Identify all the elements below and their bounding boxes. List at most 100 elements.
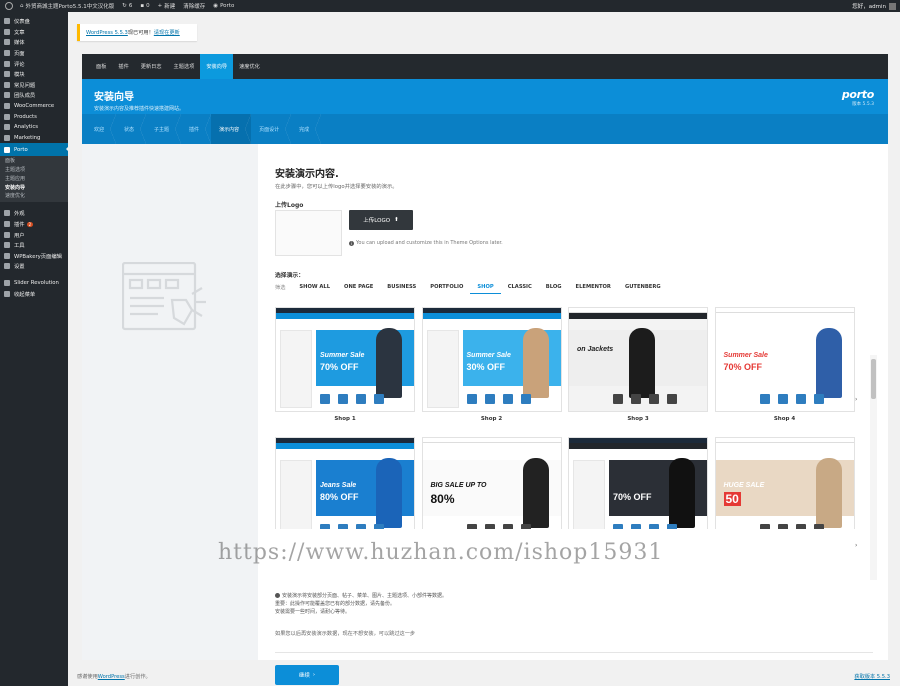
thumb-percent-text: 80% OFF <box>320 492 359 502</box>
thumb-model <box>522 328 549 398</box>
sidebar-item-label: 用户 <box>14 232 25 239</box>
filter-tab[interactable]: BUSINESS <box>380 284 423 294</box>
greeting[interactable]: 您好，admin <box>852 2 886 10</box>
skip-text: 如果您以后再安装演示数据，现在不想安装，可以跳过这一步 <box>275 631 416 637</box>
new-link[interactable]: + 新建 <box>154 2 180 10</box>
porto-link[interactable]: ◉ Porto <box>209 3 238 9</box>
demo-card[interactable]: HUGE SALE 50 <box>714 437 855 529</box>
filter-tab[interactable]: BLOG <box>539 284 569 294</box>
filter-tab[interactable]: PORTFOLIO <box>423 284 470 294</box>
info-icon <box>275 593 280 598</box>
sidebar-item[interactable]: 文章 <box>0 27 68 38</box>
wizard-step: 欢迎 <box>86 114 117 144</box>
filter-tab[interactable]: ONE PAGE <box>337 284 380 294</box>
demo-card[interactable]: on Jackets Shop 3 <box>568 307 708 422</box>
thumb-product <box>520 394 531 404</box>
wizard-tab[interactable]: 安装向导 <box>200 54 234 79</box>
updates-link[interactable]: ↻ 6 <box>118 3 136 9</box>
admin-sidebar: 仪表盘 文章 媒体 页面 评论 模块 常见问题 团队成员 WooCommerce Products… <box>0 12 69 686</box>
chevron-right-icon[interactable]: › <box>855 542 857 549</box>
sidebar-item[interactable]: WPBakery页面编辑 <box>0 250 68 261</box>
version-link[interactable]: 获取版本 5.5.3 <box>854 673 890 680</box>
submenu-item[interactable]: 速度优化 <box>0 192 68 201</box>
faq-icon <box>4 81 10 88</box>
sidebar-item-label: Products <box>14 113 37 120</box>
demo-thumbnail[interactable]: BIG SALE UP TO 80% <box>421 437 562 529</box>
thumb-product <box>320 524 330 529</box>
sidebar-item[interactable]: Slider Revolution <box>0 278 68 289</box>
home-icon-link[interactable]: ⌂ 外贸商城主题Porto5.5.1中文汉化版 <box>16 2 118 10</box>
sidebar-item-porto[interactable]: Porto <box>0 143 69 157</box>
demo-thumbnail[interactable]: Summer Sale 70% OFF <box>714 307 855 412</box>
wizard-tab[interactable]: 面板 <box>90 54 112 79</box>
upload-logo-button[interactable]: 上传LOGO ⬆ <box>349 210 413 230</box>
wizard-tab[interactable]: 更新日志 <box>135 54 168 79</box>
sidebar-item[interactable]: 收起菜单 <box>0 288 68 299</box>
demo-thumbnail[interactable]: on Jackets <box>568 307 708 412</box>
demo-card[interactable]: Summer Sale 70% OFF Shop 1 <box>275 307 415 422</box>
submenu-item[interactable]: 面板 <box>0 157 68 166</box>
scrollbar-thumb[interactable] <box>871 359 876 399</box>
sidebar-item[interactable]: 页面 <box>0 48 68 59</box>
update-now-link[interactable]: 请现在更新 <box>154 29 180 36</box>
wizard-tab[interactable]: 插件 <box>112 54 134 79</box>
clear-cache-link[interactable]: 清除缓存 <box>179 2 209 10</box>
demo-thumbnail[interactable]: Jeans Sale 80% OFF <box>275 437 415 529</box>
sidebar-item[interactable]: 设置 <box>0 261 68 272</box>
sidebar-item[interactable]: Marketing <box>0 133 68 144</box>
sidebar-item[interactable]: 工具 <box>0 240 68 251</box>
porto-logo: porto 版本 5.5.3 <box>842 88 874 107</box>
sidebar-item[interactable]: 模块 <box>0 69 68 80</box>
demo-card[interactable]: Jeans Sale 80% OFF <box>275 437 415 529</box>
thumb-product <box>320 394 330 404</box>
demo-thumbnail[interactable]: 70% OFF <box>568 437 708 529</box>
filter-tab[interactable]: SHOP <box>470 284 501 294</box>
demo-card[interactable]: Summer Sale 30% OFF Shop 2 <box>421 307 562 422</box>
continue-button[interactable]: 继续 › <box>275 665 339 685</box>
slider-icon <box>4 279 10 286</box>
demo-thumbnail[interactable]: HUGE SALE 50 <box>714 437 855 529</box>
demo-thumbnail[interactable]: Summer Sale 30% OFF <box>421 307 562 412</box>
avatar[interactable] <box>889 2 896 10</box>
sidebar-item[interactable]: 用户 <box>0 229 68 240</box>
sidebar-item[interactable]: 外观 <box>0 208 68 219</box>
sidebar-item[interactable]: Analytics <box>0 122 68 133</box>
wizard-tab[interactable]: 主题选项 <box>168 54 201 79</box>
wordpress-link[interactable]: WordPress <box>98 674 125 680</box>
wordpress-logo-icon[interactable] <box>5 2 13 10</box>
sidebar-item[interactable]: Products <box>0 111 68 122</box>
sidebar-item[interactable]: 媒体 <box>0 37 68 48</box>
sidebar-item[interactable]: 仪表盘 <box>0 16 68 27</box>
chevron-right-icon[interactable]: › <box>855 396 857 403</box>
sidebar-item[interactable]: 常见问题 <box>0 80 68 91</box>
wizard-title: 安装向导 <box>94 92 134 103</box>
comments-link[interactable]: ▪ 0 <box>136 3 153 9</box>
thumb-model <box>376 458 402 528</box>
thumb-banner-text: on Jackets <box>577 346 614 353</box>
submenu-item[interactable]: 安装向导 <box>0 184 68 193</box>
admin-bar: ⌂ 外贸商城主题Porto5.5.1中文汉化版 ↻ 6 ▪ 0 + 新建 清除缓… <box>0 0 900 12</box>
filter-tab[interactable]: CLASSIC <box>501 284 539 294</box>
demo-thumbnail[interactable]: Summer Sale 70% OFF <box>275 307 415 412</box>
info-icon: i <box>349 240 354 246</box>
demo-card[interactable]: 70% OFF <box>568 437 708 529</box>
wizard-step: 子主题 <box>146 114 182 144</box>
filter-tab[interactable]: SHOW ALL <box>292 284 337 294</box>
demo-card[interactable]: Summer Sale 70% OFF Shop 4 <box>714 307 855 422</box>
submenu-item[interactable]: 主题选项 <box>0 166 68 175</box>
sidebar-item[interactable]: WooCommerce <box>0 101 68 112</box>
thumb-product <box>338 524 348 529</box>
logo-preview[interactable] <box>275 210 342 256</box>
demo-scrollbar[interactable] <box>870 355 877 580</box>
site-name[interactable]: 外贸商城主题Porto5.5.1中文汉化版 <box>26 2 115 10</box>
demo-card[interactable]: BIG SALE UP TO 80% <box>421 437 562 529</box>
sidebar-item[interactable]: 评论 <box>0 58 68 69</box>
team-icon <box>4 92 10 99</box>
sidebar-item[interactable]: 团队成员 <box>0 90 68 101</box>
sidebar-item[interactable]: 插件 2 <box>0 219 68 230</box>
filter-tab[interactable]: ELEMENTOR <box>569 284 618 294</box>
wordpress-version-link[interactable]: WordPress 5.5.3 <box>86 30 128 36</box>
filter-tab[interactable]: GUTENBERG <box>618 284 668 294</box>
submenu-item[interactable]: 主题应用 <box>0 175 68 184</box>
wizard-tab[interactable]: 速度优化 <box>233 54 266 79</box>
